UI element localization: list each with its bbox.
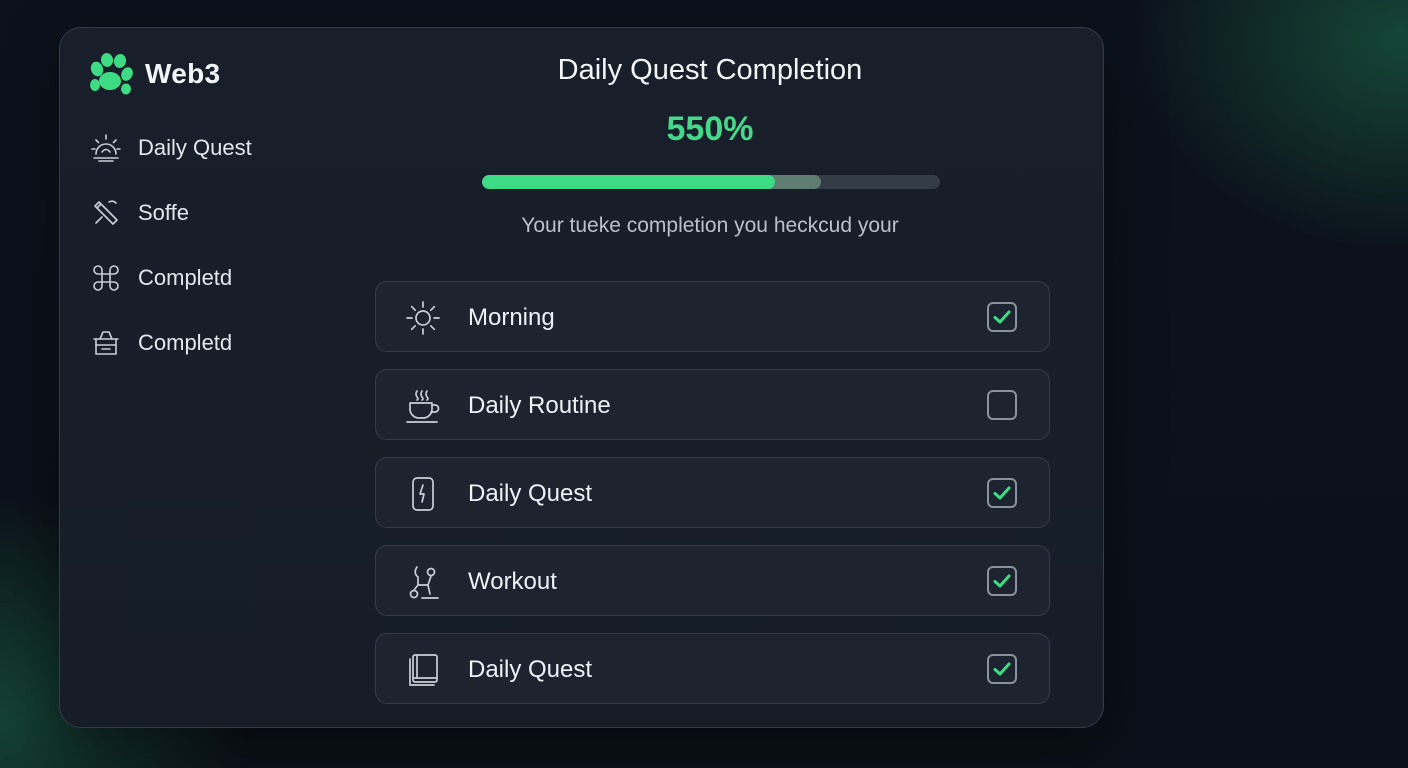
page-title: Daily Quest Completion [557, 54, 863, 86]
phone-icon [404, 475, 442, 513]
sidebar-nav: Daily Quest Soffe Completd Completd [90, 128, 252, 388]
coffee-cup-icon [404, 387, 442, 425]
sidebar-item-label: Daily Quest [138, 135, 252, 160]
sidebar-item-label: Completd [138, 265, 233, 290]
progress-bar-fill [482, 175, 776, 189]
progress-bar [482, 175, 940, 189]
sidebar-item-label: Completd [138, 330, 233, 355]
brand-logo[interactable]: Web3 [87, 51, 220, 97]
task-checkbox[interactable] [987, 566, 1017, 596]
task-checkbox[interactable] [987, 478, 1017, 508]
task-label: Morning [468, 304, 555, 331]
checkmark-icon [993, 310, 1011, 324]
task-checkbox[interactable] [987, 654, 1017, 684]
task-row-workout[interactable]: Workout [375, 545, 1050, 616]
sidebar-item-completd[interactable]: Completd [90, 258, 252, 298]
task-row-morning[interactable]: Morning [375, 281, 1050, 352]
task-row-daily-quest-2[interactable]: Daily Quest [375, 633, 1050, 704]
task-label: Daily Routine [468, 392, 611, 419]
completion-subtitle: Your tueke completion you heckcud your [521, 214, 899, 237]
task-label: Daily Quest [468, 480, 593, 507]
paw-logo-icon [90, 53, 133, 95]
app-window: Web3 Daily Quest Soffe Completd Completd… [59, 27, 1104, 728]
sun-icon [404, 299, 442, 337]
main-panel: Daily Quest Completion 550% Your tueke c… [320, 28, 1103, 727]
checkmark-icon [993, 574, 1011, 588]
sunrise-icon [91, 134, 121, 162]
task-row-daily-routine[interactable]: Daily Routine [375, 369, 1050, 440]
completion-percent: 550% [666, 110, 754, 148]
sidebar-item-daily-quest[interactable]: Daily Quest [90, 128, 252, 168]
checkmark-icon [993, 662, 1011, 676]
task-list: Morning Daily Routine Daily Quest Workou… [375, 281, 1050, 721]
task-checkbox[interactable] [987, 302, 1017, 332]
task-label: Workout [468, 568, 557, 595]
task-row-daily-quest[interactable]: Daily Quest [375, 457, 1050, 528]
task-label: Daily Quest [468, 656, 593, 683]
basket-icon [93, 331, 119, 355]
exercise-icon [404, 563, 442, 601]
sidebar-item-completd-2[interactable]: Completd [90, 323, 252, 363]
sidebar: Web3 Daily Quest Soffe Completd Completd [60, 28, 320, 727]
command-icon [93, 265, 119, 291]
brand-name: Web3 [145, 58, 221, 89]
tools-icon [94, 200, 118, 225]
task-checkbox[interactable] [987, 390, 1017, 420]
sidebar-item-label: Soffe [138, 200, 189, 225]
sidebar-item-soffe[interactable]: Soffe [90, 193, 252, 233]
checkmark-icon [993, 486, 1011, 500]
book-icon [404, 651, 442, 689]
